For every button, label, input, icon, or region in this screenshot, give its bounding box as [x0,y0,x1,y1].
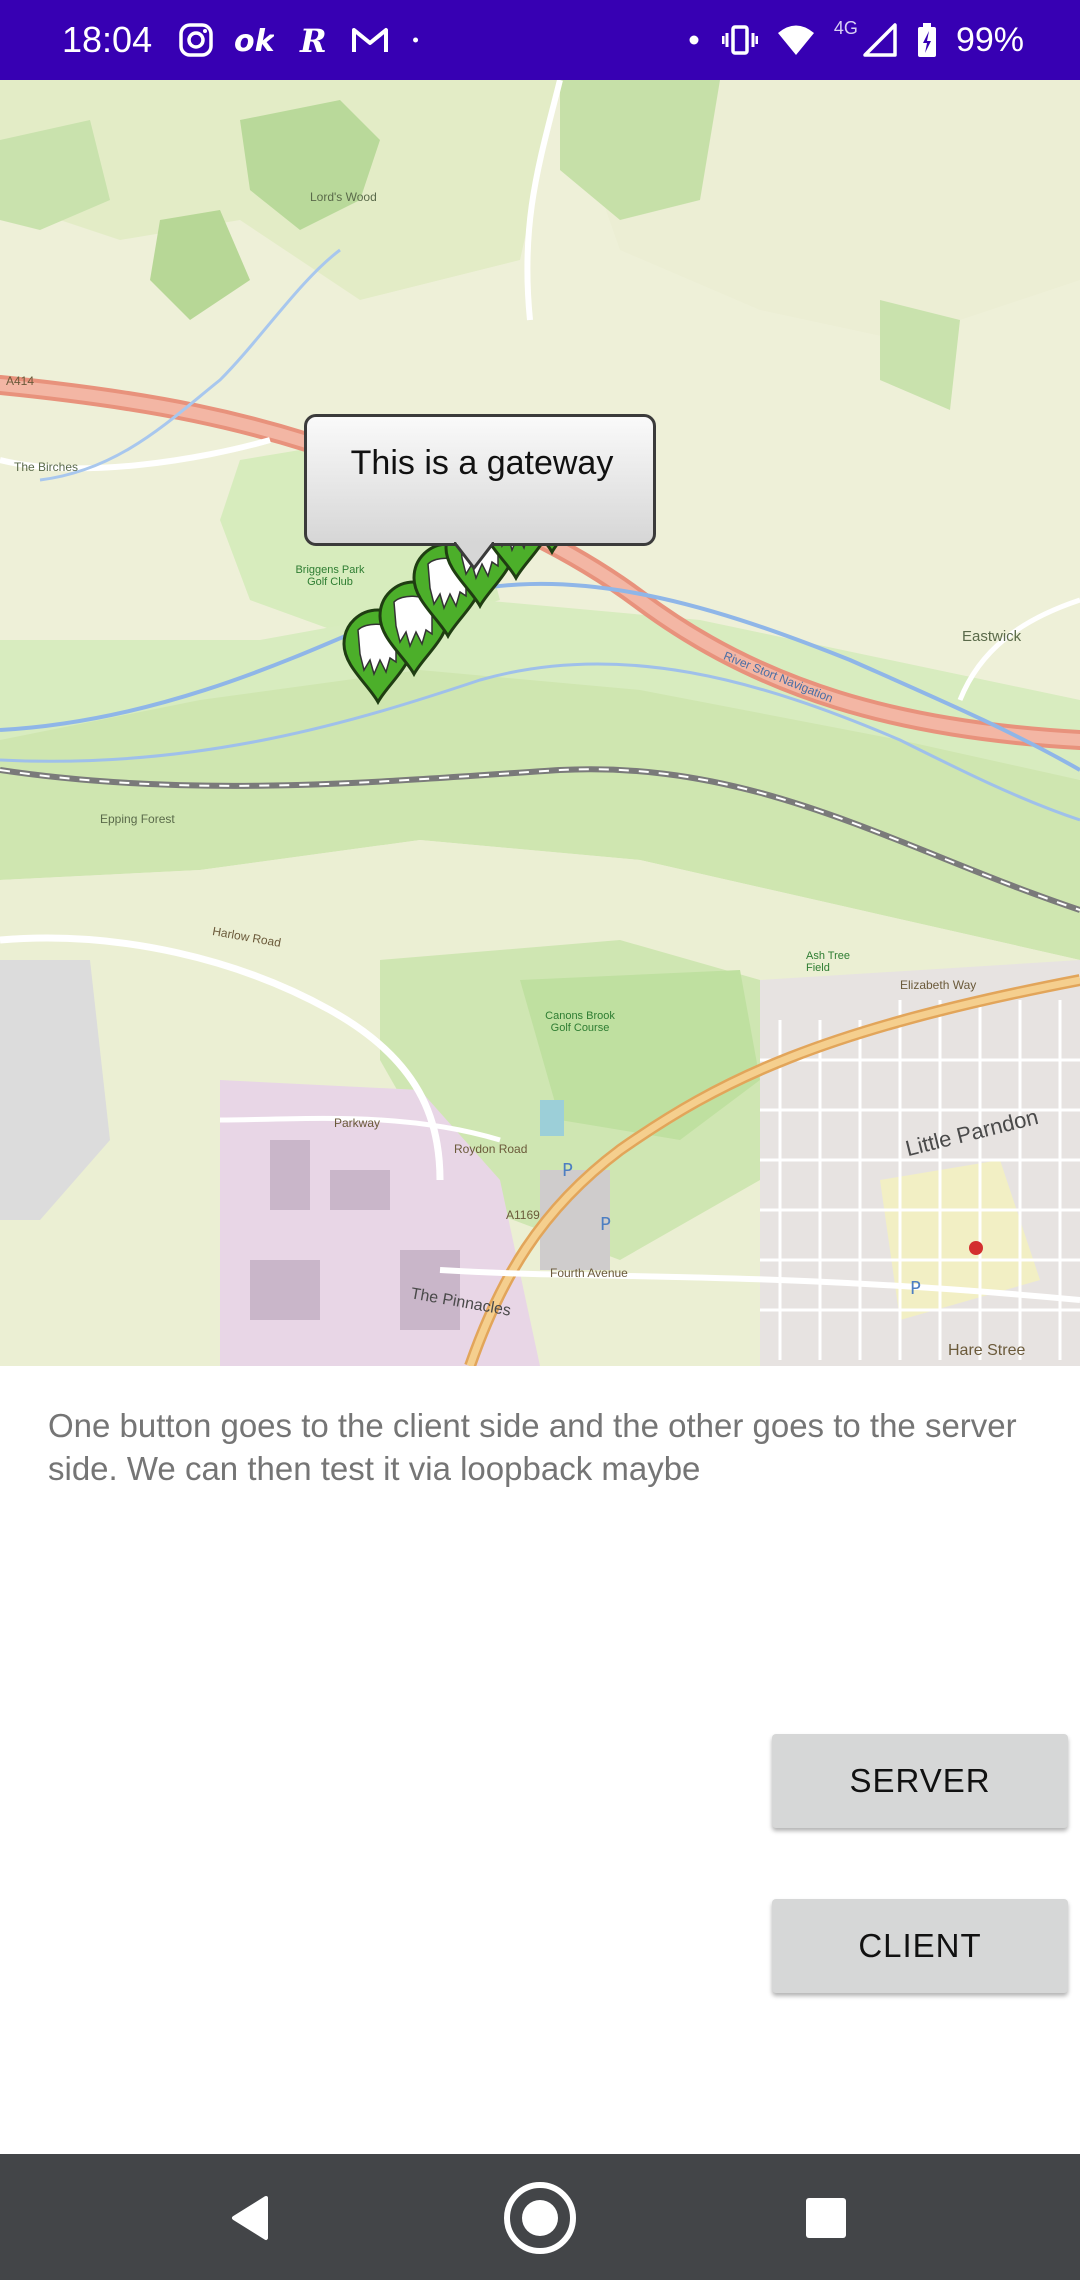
dot-icon [413,37,419,43]
gmail-icon [352,28,388,52]
vibrate-icon [721,25,758,55]
notification-icons: ok R [178,22,430,58]
navigation-bar [0,2154,1080,2280]
battery-percent: 99% [955,21,1024,59]
description-text: One button goes to the client side and t… [48,1407,1017,1487]
recents-icon [806,2198,846,2238]
server-button[interactable]: SERVER [772,1734,1068,1828]
home-icon [504,2182,576,2254]
ok-icon: ok [234,24,274,58]
gateway-markers [342,458,588,704]
svg-text:R: R [299,22,327,58]
dot-icon [689,35,699,45]
gateway-callout: This is a gateway [304,414,660,571]
callout-tail [454,542,494,571]
signal-icon [863,23,897,57]
system-icons: 4G 99% [684,17,1024,60]
callout-text: This is a gateway [350,444,614,482]
back-icon [232,2196,268,2240]
map-view[interactable]: P P P A414 Lord's Wood The Birches Brigg… [0,80,1080,1366]
back-button[interactable] [210,2178,290,2258]
status-time: 18:04 [62,19,153,60]
r-icon: R [299,22,327,58]
battery-icon [917,23,936,57]
instagram-icon [179,23,213,57]
svg-text:ok: ok [234,24,274,58]
network-type: 4G [833,17,858,38]
home-button[interactable] [500,2178,580,2258]
client-button[interactable]: CLIENT [772,1899,1068,1993]
wifi-icon [777,25,814,55]
recents-button[interactable] [786,2178,866,2258]
status-bar: 18:04 ok R 4G 99% [0,0,1080,80]
